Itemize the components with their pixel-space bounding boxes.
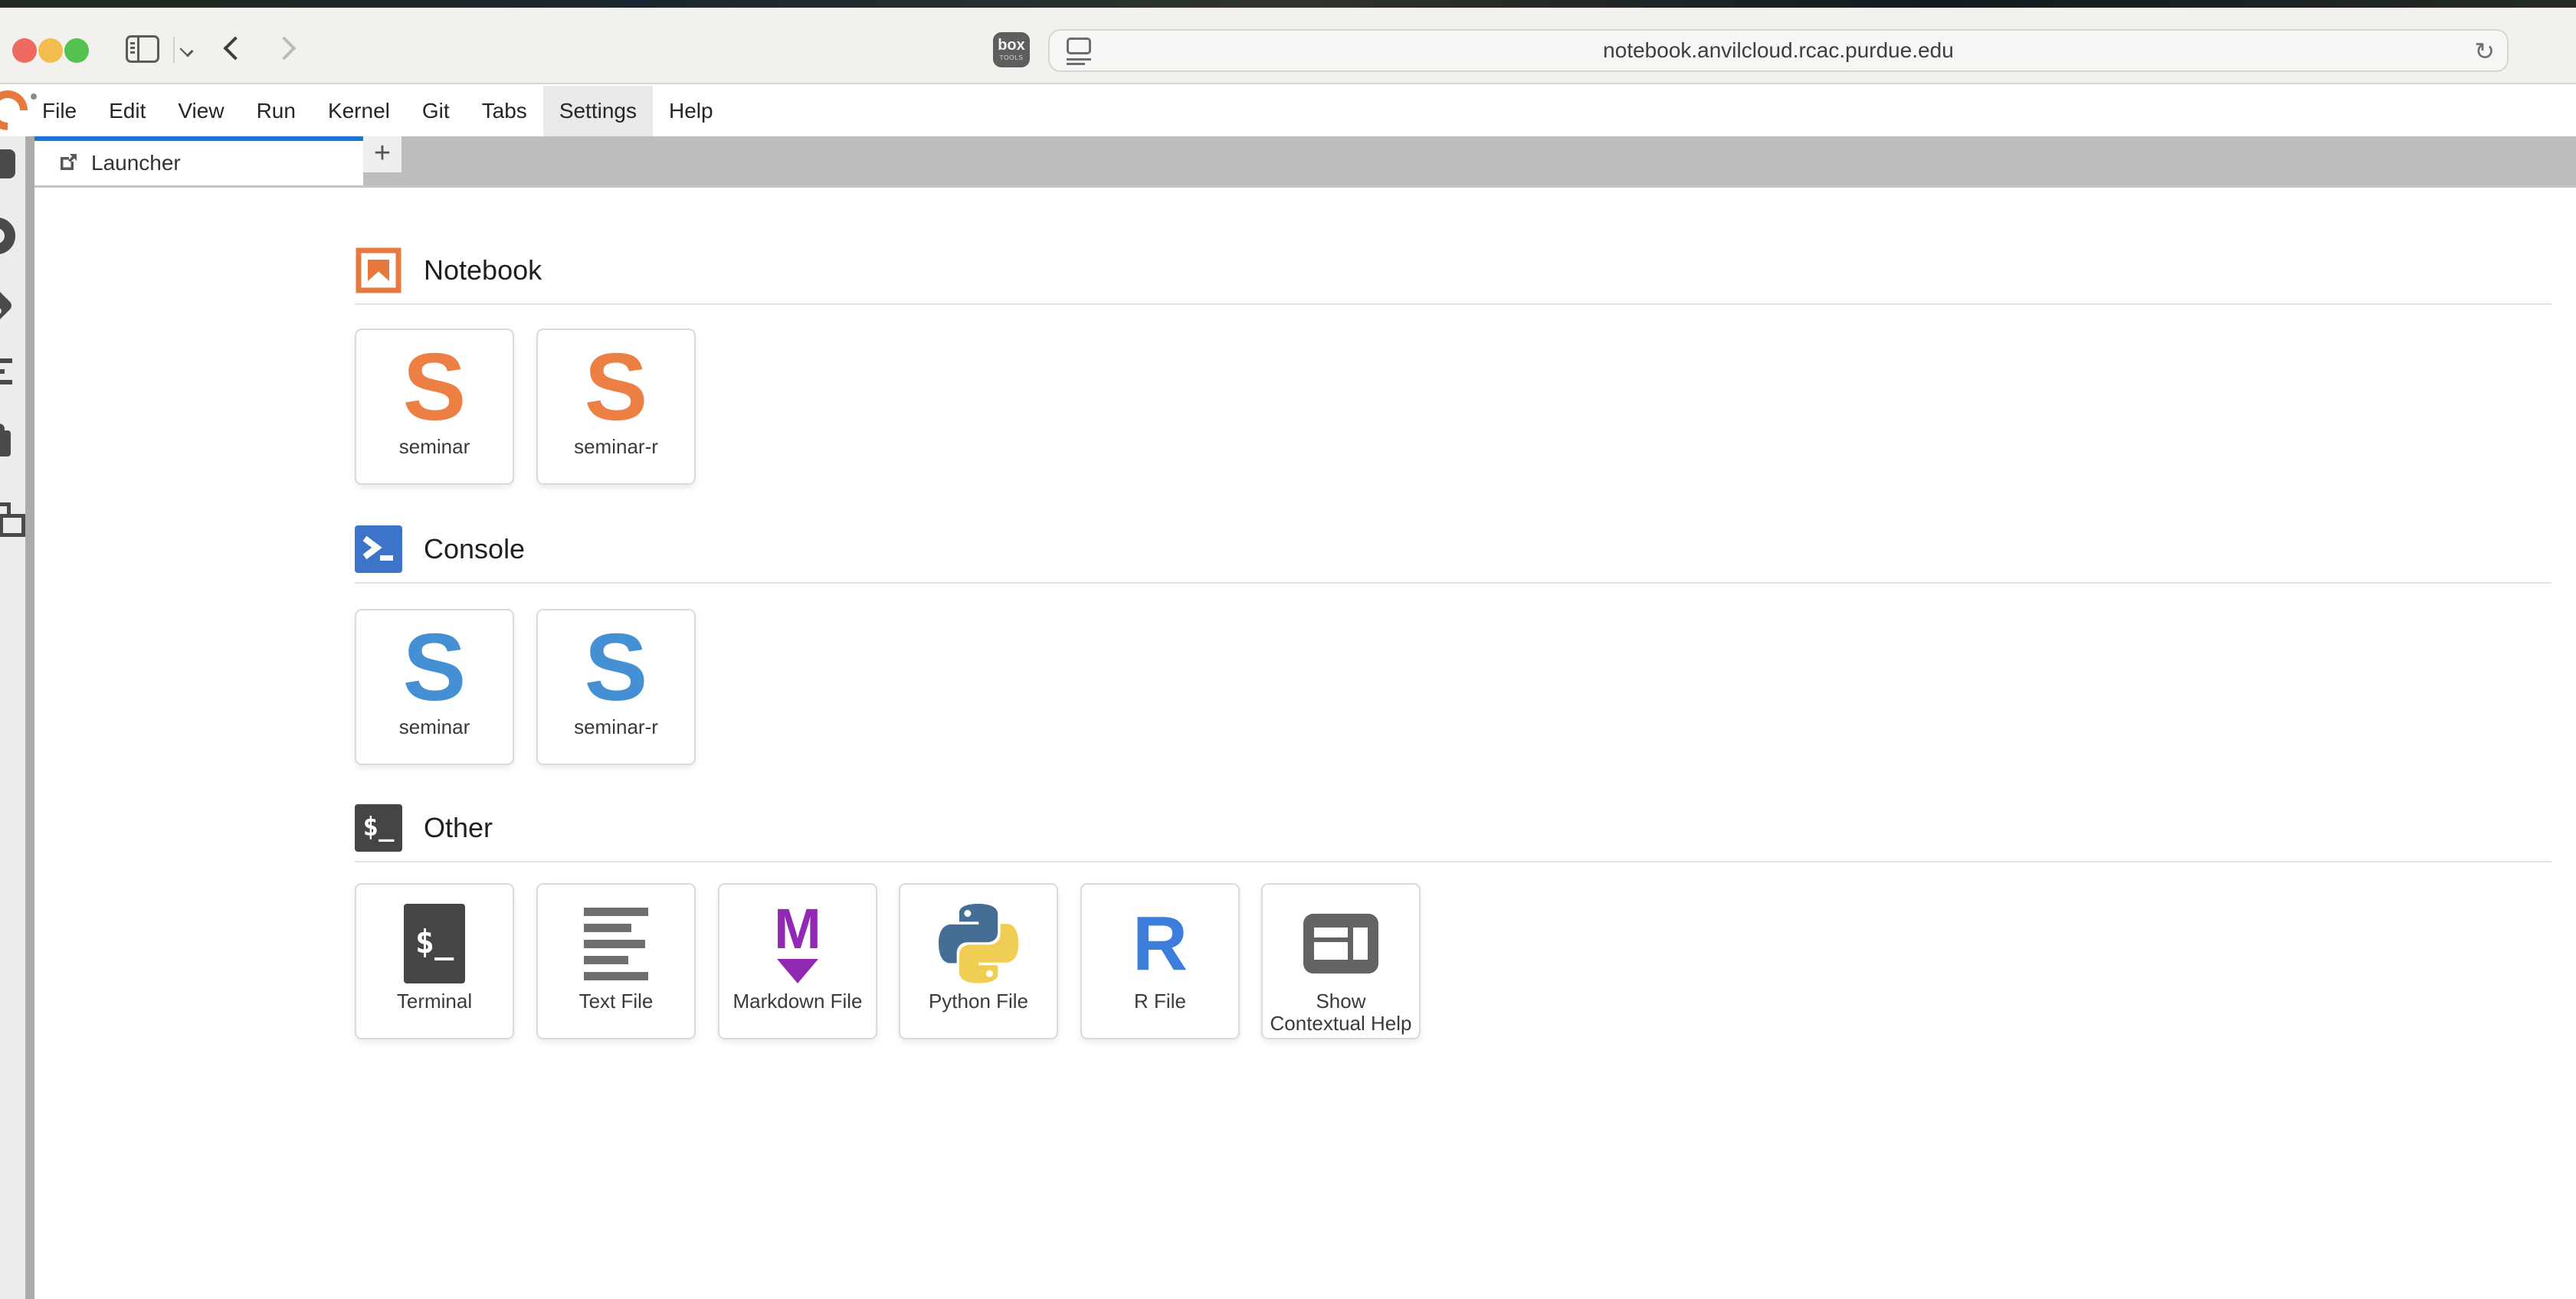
close-window-button[interactable] (12, 38, 37, 63)
notebook-icon (355, 247, 402, 294)
box-tools-extension-badge[interactable]: box TOOLS (993, 32, 1030, 67)
launcher-card-notebook-seminar[interactable]: S seminar (355, 329, 514, 485)
minimize-window-button[interactable] (38, 38, 63, 63)
forward-button[interactable] (277, 32, 297, 66)
section-divider (355, 303, 2551, 305)
box-badge-subtext: TOOLS (993, 54, 1030, 61)
new-launcher-button[interactable]: + (363, 136, 401, 172)
launcher-card-terminal[interactable]: $_ Terminal (355, 883, 514, 1039)
menu-help[interactable]: Help (653, 86, 729, 136)
terminal-icon: $_ (355, 804, 402, 852)
text-file-icon (584, 908, 648, 980)
sidebar-divider (25, 136, 34, 1299)
kernel-logo-s: S (538, 341, 694, 434)
back-button[interactable] (224, 32, 244, 66)
card-label: seminar (359, 436, 510, 458)
box-badge-text: box (993, 38, 1030, 53)
launcher-card-text-file[interactable]: Text File (536, 883, 696, 1039)
section-divider (355, 861, 2551, 862)
menu-items: File Edit View Run Kernel Git Tabs Setti… (26, 86, 729, 136)
launcher-card-show-contextual-help[interactable]: Show Contextual Help (1261, 883, 1421, 1039)
menu-kernel[interactable]: Kernel (312, 86, 406, 136)
card-label: Markdown File (723, 990, 873, 1013)
menu-file[interactable]: File (26, 86, 93, 136)
launcher-card-console-seminar-r[interactable]: S seminar-r (536, 609, 696, 765)
menu-view[interactable]: View (162, 86, 240, 136)
desktop-wallpaper-strip (0, 0, 2576, 8)
git-icon[interactable] (0, 285, 14, 326)
left-sidebar (0, 136, 25, 1299)
browser-toolbar: box TOOLS notebook.anvilcloud.rcac.purdu… (0, 8, 2576, 84)
section-console-title: Console (424, 525, 525, 573)
tab-launcher-label: Launcher (91, 141, 181, 185)
menu-tabs[interactable]: Tabs (466, 86, 543, 136)
card-label: Show Contextual Help (1266, 990, 1416, 1035)
launcher-card-markdown-file[interactable]: M Markdown File (718, 883, 877, 1039)
menu-run[interactable]: Run (241, 86, 312, 136)
card-label: Python File (903, 990, 1054, 1013)
menu-settings[interactable]: Settings (543, 86, 653, 136)
python-icon (939, 904, 1018, 983)
running-sessions-icon[interactable] (0, 218, 15, 254)
menu-edit[interactable]: Edit (93, 86, 162, 136)
card-label: R File (1085, 990, 1235, 1013)
jupyterlab-menubar: File Edit View Run Kernel Git Tabs Setti… (0, 86, 2576, 136)
card-label: Terminal (359, 990, 510, 1013)
card-label: Text File (541, 990, 691, 1013)
table-of-contents-icon[interactable] (0, 358, 12, 391)
launcher-panel: Notebook S seminar S seminar-r Console (34, 190, 2576, 1299)
terminal-card-icon: $_ (404, 904, 465, 983)
launcher-card-python-file[interactable]: Python File (899, 883, 1058, 1039)
address-bar[interactable]: notebook.anvilcloud.rcac.purdue.edu ↻ (1048, 29, 2509, 72)
screen: box TOOLS notebook.anvilcloud.rcac.purdu… (0, 0, 2576, 1299)
chevron-down-icon[interactable] (181, 44, 194, 57)
section-divider (355, 582, 2551, 584)
folder-icon[interactable] (0, 149, 15, 178)
kernel-logo-s: S (538, 621, 694, 715)
menu-git[interactable]: Git (406, 86, 466, 136)
launcher-card-r-file[interactable]: R R File (1080, 883, 1240, 1039)
launcher-card-console-seminar[interactable]: S seminar (355, 609, 514, 765)
zoom-window-button[interactable] (64, 38, 89, 63)
property-inspector-icon[interactable] (0, 502, 11, 522)
kernel-logo-s: S (356, 621, 513, 715)
card-label: seminar (359, 716, 510, 738)
section-other-title: Other (424, 804, 493, 852)
section-notebook-title: Notebook (424, 247, 542, 294)
kernel-logo-s: S (356, 341, 513, 434)
r-icon: R (1132, 904, 1188, 983)
sidebar-toggle-icon[interactable] (126, 35, 159, 63)
card-label: seminar-r (541, 716, 691, 738)
markdown-icon: M (774, 904, 821, 983)
launcher-card-notebook-seminar-r[interactable]: S seminar-r (536, 329, 696, 485)
extension-icon[interactable] (0, 430, 11, 456)
tab-launcher[interactable]: Launcher (34, 136, 363, 185)
url-text: notebook.anvilcloud.rcac.purdue.edu (1050, 31, 2507, 70)
toolbar-divider (173, 37, 175, 63)
refresh-icon[interactable]: ↻ (2474, 35, 2495, 67)
card-label: seminar-r (541, 436, 691, 458)
contextual-help-icon (1303, 914, 1378, 973)
dock-tabbar: Launcher + (34, 136, 2576, 188)
launcher-tab-icon (57, 152, 79, 173)
console-icon (355, 525, 402, 573)
